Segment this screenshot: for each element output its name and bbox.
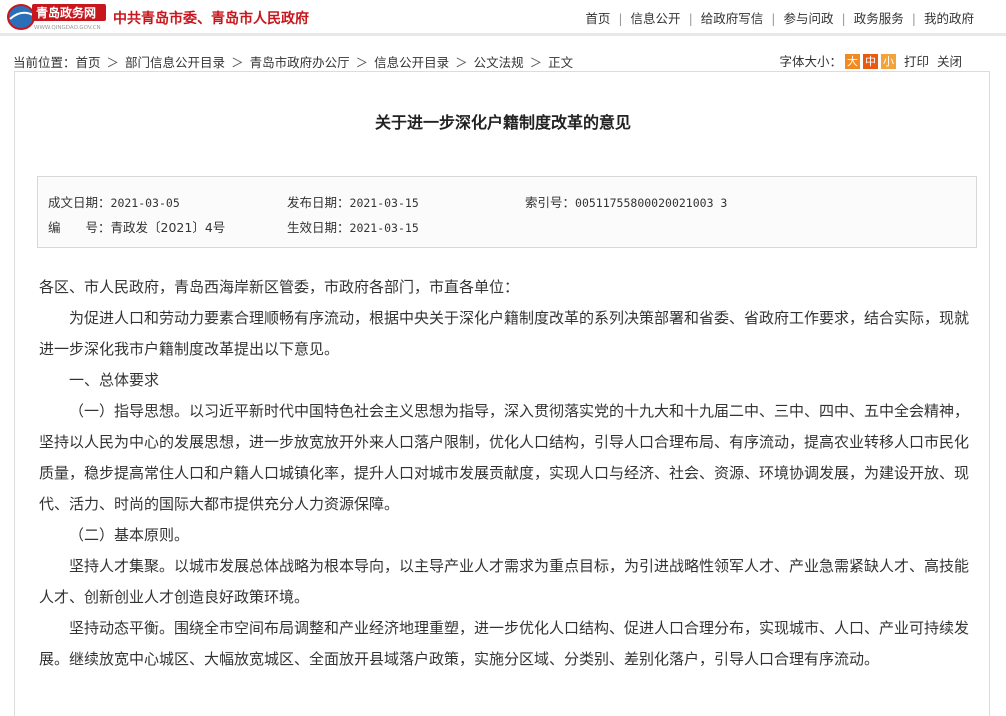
breadcrumb-separator: ＞ (355, 55, 369, 70)
nav-separator: | (771, 11, 776, 26)
print-button[interactable]: 打印 (904, 54, 929, 69)
top-nav: 首页 | 信息公开 | 给政府写信 | 参与问政 | 政务服务 | 我的政府 (585, 8, 974, 27)
meta-effective-date: 生效日期：2021-03-15 (287, 217, 419, 236)
site-logo[interactable]: 青岛政务网 WWW.QINGDAO.GOV.CN (6, 1, 108, 32)
nav-participate[interactable]: 参与问政 (784, 11, 834, 26)
nav-separator: | (618, 11, 623, 26)
nav-separator: | (841, 11, 846, 26)
breadcrumb-home[interactable]: 首页 (76, 55, 101, 70)
site-title: 中共青岛市委、青岛市人民政府 (113, 11, 309, 27)
font-size-large-button[interactable]: 大 (844, 54, 860, 69)
breadcrumb-prefix: 当前位置： (13, 55, 76, 70)
meta-written-date: 成文日期：2021-03-05 (48, 192, 180, 211)
breadcrumb-general-office[interactable]: 青岛市政府办公厅 (250, 55, 350, 70)
body-paragraph: 坚持人才集聚。以城市发展总体战略为根本导向，以主导产业人才需求为重点目标，为引进… (39, 557, 970, 606)
breadcrumb: 当前位置：首页 ＞ 部门信息公开目录 ＞ 青岛市政府办公厅 ＞ 信息公开目录 ＞ 公文法规 ＞ 正文 (13, 52, 573, 71)
meta-published-label: 发布日期： (287, 195, 350, 210)
nav-write-letter[interactable]: 给政府写信 (701, 11, 764, 26)
breadcrumb-regulations[interactable]: 公文法规 (474, 55, 524, 70)
document-title: 关于进一步深化户籍制度改革的意见 (374, 113, 631, 132)
meta-index-value: 00511755800020021003 3 (575, 196, 728, 210)
breadcrumb-separator: ＞ (529, 55, 543, 70)
breadcrumb-bar: 当前位置：首页 ＞ 部门信息公开目录 ＞ 青岛市政府办公厅 ＞ 信息公开目录 ＞ 公文法规 ＞ 正文… (0, 48, 1006, 72)
header-divider (0, 33, 1006, 36)
body-paragraph: （一）指导思想。以习近平新时代中国特色社会主义思想为指导，深入贯彻落实党的十九大… (39, 402, 970, 513)
nav-services[interactable]: 政务服务 (854, 11, 904, 26)
nav-home[interactable]: 首页 (585, 11, 610, 26)
logo-text: 青岛政务网 (36, 5, 96, 20)
site-header: 青岛政务网 WWW.QINGDAO.GOV.CN 中共青岛市委、青岛市人民政府 … (0, 0, 1006, 33)
meta-effective-label: 生效日期： (287, 220, 350, 235)
document-body: 各区、市人民政府，青岛西海岸新区管委，市政府各部门，市直各单位： 为促进人口和劳… (39, 272, 971, 675)
meta-number-label: 编 号： (48, 220, 111, 235)
meta-written-value: 2021-03-05 (110, 196, 180, 210)
body-paragraph: 为促进人口和劳动力要素合理顺畅有序流动，根据中央关于深化户籍制度改革的系列决策部… (39, 309, 970, 358)
body-section-heading: 一、总体要求 (69, 371, 160, 389)
nav-my-government[interactable]: 我的政府 (924, 11, 974, 26)
body-salutation: 各区、市人民政府，青岛西海岸新区管委，市政府各部门，市直各单位： (39, 278, 520, 296)
nav-separator: | (911, 11, 916, 26)
nav-info-disclosure[interactable]: 信息公开 (631, 11, 681, 26)
meta-published-value: 2021-03-15 (349, 196, 419, 210)
meta-published-date: 发布日期：2021-03-15 (287, 192, 419, 211)
breadcrumb-info-directory[interactable]: 信息公开目录 (374, 55, 449, 70)
font-size-medium-button[interactable]: 中 (862, 54, 878, 69)
meta-document-number: 编 号：青政发〔2021〕4号 (48, 217, 225, 236)
breadcrumb-separator: ＞ (455, 55, 468, 70)
breadcrumb-separator: ＞ (231, 55, 244, 70)
breadcrumb-current: 正文 (548, 55, 574, 70)
meta-written-label: 成文日期： (48, 195, 111, 210)
breadcrumb-separator: ＞ (106, 55, 120, 70)
meta-number-value: 青政发〔2021〕4号 (110, 220, 226, 235)
document-meta-box: 成文日期：2021-03-05 发布日期：2021-03-15 索引号：0051… (37, 176, 977, 248)
body-subheading: （二）基本原则。 (69, 526, 190, 544)
logo-sub: WWW.QINGDAO.GOV.CN (34, 25, 101, 31)
breadcrumb-dept-directory[interactable]: 部门信息公开目录 (125, 55, 225, 70)
meta-index-number: 索引号：00511755800020021003 3 (525, 192, 727, 211)
font-size-label: 字体大小： (779, 54, 842, 69)
meta-effective-value: 2021-03-15 (349, 221, 419, 235)
meta-index-label: 索引号： (525, 195, 576, 210)
page-tools: 字体大小：大中小打印 关闭 (779, 51, 962, 70)
body-paragraph: 坚持动态平衡。围绕全市空间布局调整和产业经济地理重塑，进一步优化人口结构、促进人… (39, 619, 970, 668)
nav-separator: | (688, 11, 693, 26)
close-button[interactable]: 关闭 (937, 54, 962, 69)
article-container: 关于进一步深化户籍制度改革的意见 成文日期：2021-03-05 发布日期：20… (14, 71, 990, 716)
font-size-small-button[interactable]: 小 (880, 54, 896, 69)
